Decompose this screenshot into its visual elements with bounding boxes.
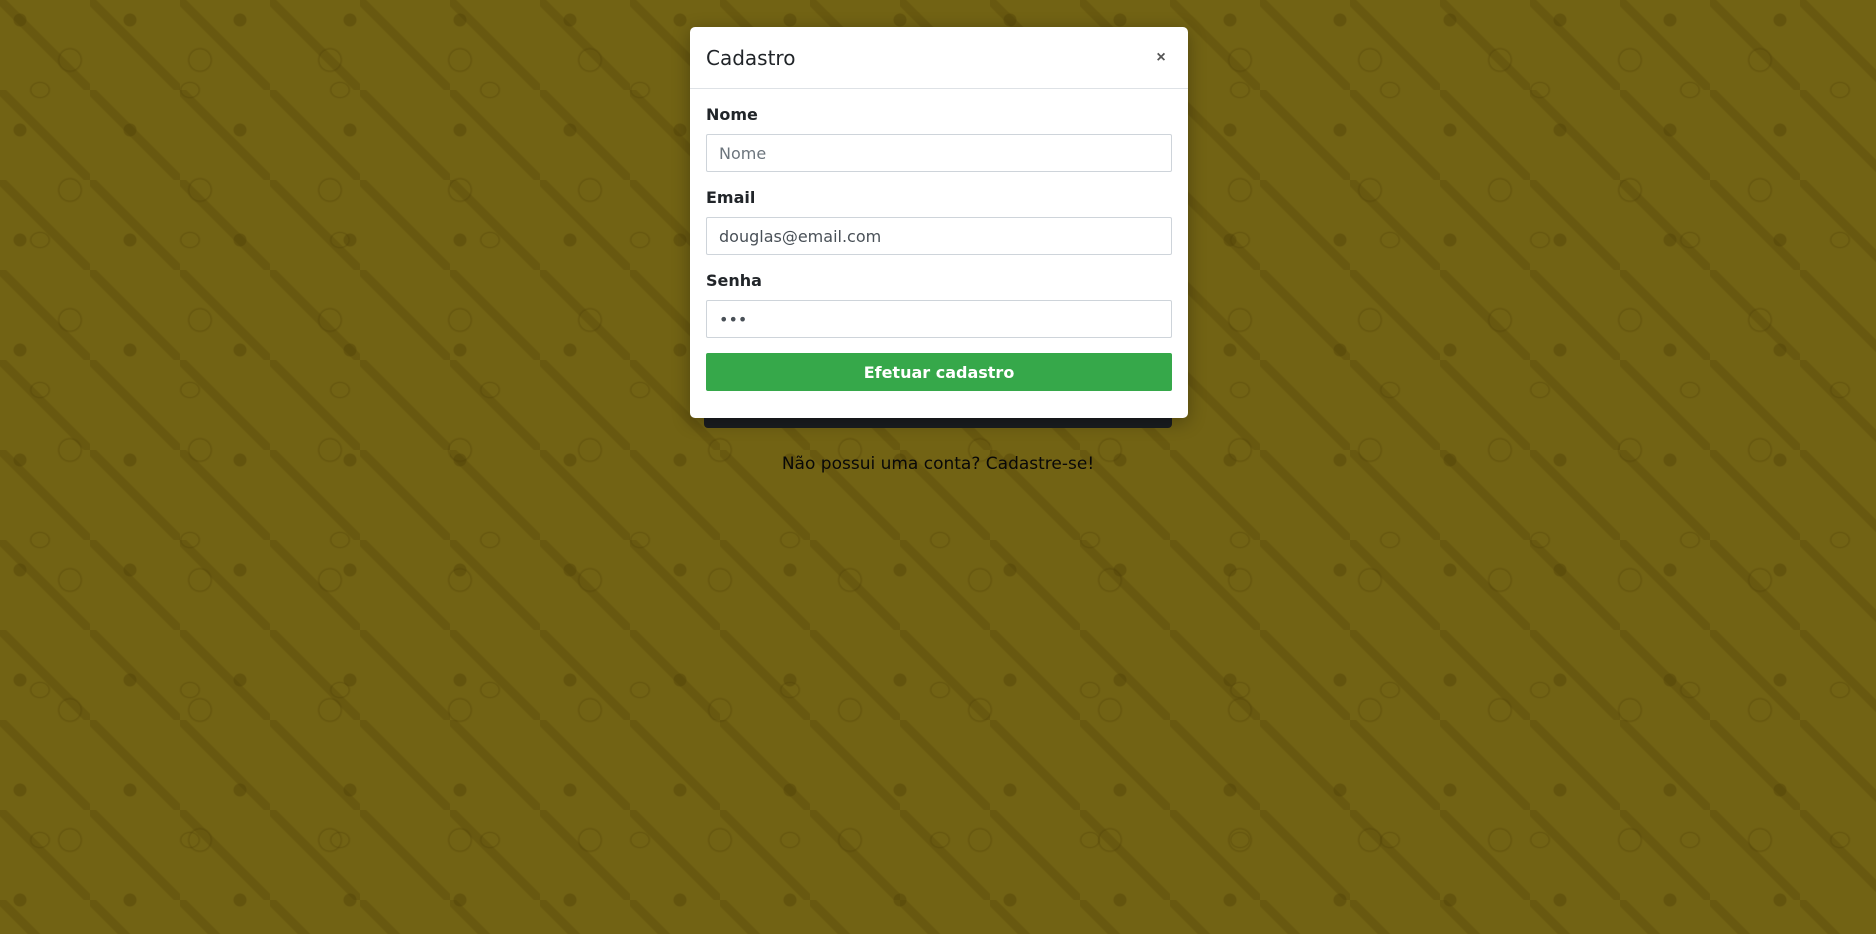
modal-body: Nome Email Senha Efetuar cadastro [690, 89, 1188, 391]
email-label: Email [706, 188, 756, 207]
password-group: Senha [706, 271, 1172, 338]
email-group: Email [706, 188, 1172, 255]
name-input[interactable] [706, 134, 1172, 172]
password-label: Senha [706, 271, 762, 290]
name-group: Nome [706, 105, 1172, 172]
modal-header: Cadastro × [690, 27, 1188, 89]
email-input[interactable] [706, 217, 1172, 255]
close-button[interactable]: × [1150, 47, 1172, 69]
close-icon: × [1156, 48, 1166, 66]
register-modal: Cadastro × Nome Email Senha Efetuar cada… [690, 27, 1188, 418]
name-label: Nome [706, 105, 758, 124]
password-input[interactable] [706, 300, 1172, 338]
modal-title: Cadastro [706, 45, 796, 70]
submit-register-button[interactable]: Efetuar cadastro [706, 353, 1172, 391]
